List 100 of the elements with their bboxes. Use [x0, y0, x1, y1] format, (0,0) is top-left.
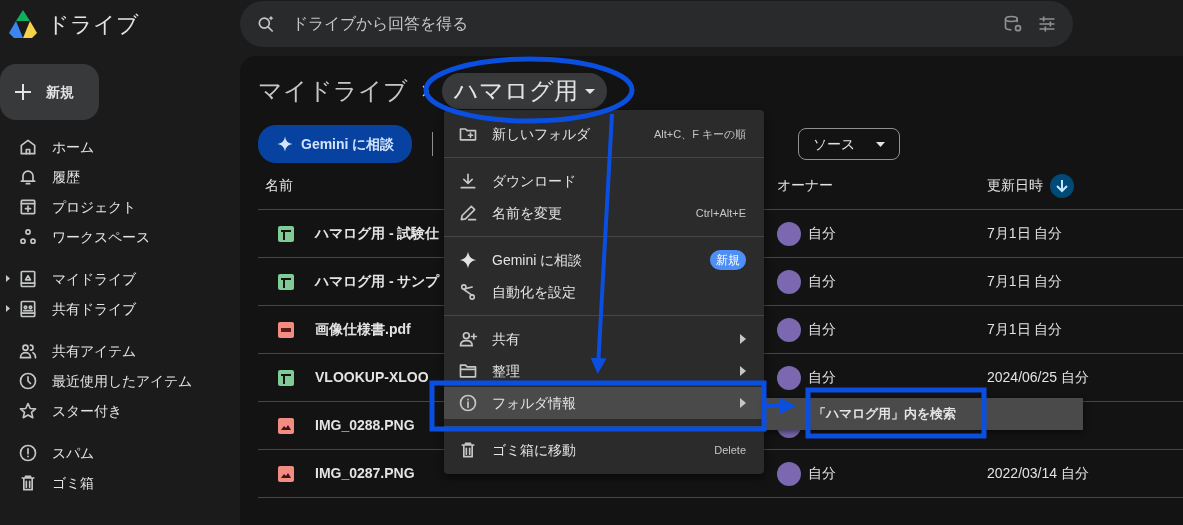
sliders-icon[interactable] — [1037, 14, 1057, 34]
menu-item-label: 自動化を設定 — [492, 282, 576, 302]
avatar — [777, 317, 801, 342]
menu-item[interactable]: ダウンロード — [444, 165, 764, 197]
sidebar-item[interactable]: マイドライブ — [0, 264, 240, 294]
modified-date: 7月1日 自分 — [987, 273, 1063, 289]
menu-item-label: 整理 — [492, 361, 520, 381]
owner-text: 自分 — [808, 368, 836, 387]
avatar — [777, 365, 801, 390]
breadcrumb-link[interactable]: マイドライブ — [258, 73, 408, 109]
file-name[interactable]: ハマログ用 - サンプ — [315, 271, 440, 292]
file-name[interactable]: ハマログ用 - 試験仕 — [315, 223, 440, 244]
pencil-icon — [458, 203, 478, 223]
info-icon — [458, 393, 478, 413]
annotation-arrow — [764, 398, 796, 414]
submenu-arrow-icon — [740, 398, 746, 408]
menu-item[interactable]: 共有 — [444, 323, 764, 355]
modified-date: 7月1日 自分 — [987, 321, 1063, 337]
sidebar-item[interactable]: 共有ドライブ — [0, 294, 240, 324]
shortcut-text: Ctrl+Alt+E — [695, 205, 746, 221]
menu-item[interactable]: 自動化を設定 — [444, 276, 764, 308]
menu-item[interactable]: 新しいフォルダ Alt+C、F キーの順 — [444, 118, 764, 150]
shortcut-text: Delete — [714, 442, 746, 458]
file-name[interactable]: 画像仕様書.pdf — [315, 319, 411, 340]
sidebar-item[interactable]: 共有アイテム — [0, 336, 240, 366]
avatar — [777, 461, 801, 486]
spreadsheet-icon — [278, 369, 294, 386]
image-icon — [278, 417, 294, 434]
three-circles-icon — [18, 227, 38, 247]
sidebar-item[interactable]: 最近使用したアイテム — [0, 366, 240, 396]
submenu-item[interactable]: 「ハマログ用」内を検索 — [765, 398, 1083, 430]
search-field[interactable]: ドライブから回答を得る — [290, 11, 989, 37]
person-add-icon — [458, 329, 478, 349]
alert-icon — [18, 443, 38, 463]
owner-text: 自分 — [808, 272, 836, 291]
caret-icon — [585, 88, 595, 94]
plus-icon — [14, 83, 32, 101]
file-name[interactable]: VLOOKUP-XLOO — [315, 367, 429, 388]
bell-icon — [18, 167, 38, 187]
menu-item[interactable]: ゴミ箱に移動 Delete — [444, 434, 764, 466]
sidebar-item[interactable]: 履歴 — [0, 162, 240, 192]
sidebar-item[interactable]: ゴミ箱 — [0, 468, 240, 498]
avatar — [777, 269, 801, 294]
submenu-arrow-icon — [740, 366, 746, 376]
menu-item-label: 新しいフォルダ — [492, 124, 590, 144]
submenu-arrow-icon — [740, 334, 746, 344]
modified-date: 2022/03/14 自分 — [987, 465, 1089, 481]
expand-caret-icon[interactable] — [6, 305, 10, 312]
app-title: ドライブ — [47, 10, 139, 39]
modified-date: 2024/06/25 自分 — [987, 369, 1089, 385]
search-sparkle-icon — [256, 14, 276, 34]
menu-item-label: フォルダ情報 — [492, 393, 576, 413]
sparkle-icon — [458, 250, 478, 270]
sidebar-item[interactable]: ワークスペース — [0, 222, 240, 252]
owner-text: 自分 — [808, 464, 836, 483]
sparkle-icon — [276, 135, 294, 153]
menu-item-label: 共有 — [492, 329, 520, 349]
sidebar-item[interactable]: ホーム — [0, 132, 240, 162]
folder-icon — [458, 361, 478, 381]
menu-item-label: Gemini に相談 — [492, 250, 583, 270]
column-header[interactable]: オーナー — [777, 175, 833, 196]
menu-item[interactable]: 整理 — [444, 355, 764, 387]
column-header[interactable]: 更新日時 — [987, 175, 1043, 196]
people-icon — [18, 341, 38, 361]
sidebar-item[interactable]: スパム — [0, 438, 240, 468]
sidebar-item[interactable]: スター付き — [0, 396, 240, 426]
project-icon — [18, 197, 38, 217]
menu-item[interactable]: 名前を変更 Ctrl+Alt+E — [444, 197, 764, 229]
filter-dropdown[interactable]: ソース — [798, 128, 900, 160]
automation-icon — [458, 282, 478, 302]
menu-item-label: ダウンロード — [492, 171, 576, 191]
sort-descending-icon[interactable] — [1050, 173, 1074, 198]
avatar — [777, 221, 801, 246]
caret-icon — [876, 141, 885, 147]
clock-icon — [18, 371, 38, 391]
menu-item-label: 名前を変更 — [492, 203, 562, 223]
sidebar-item[interactable]: プロジェクト — [0, 192, 240, 222]
drive-logo-icon — [6, 9, 40, 39]
menu-item[interactable]: Gemini に相談 新規 — [444, 244, 764, 276]
column-header[interactable]: 名前 — [265, 175, 293, 196]
download-icon — [458, 171, 478, 191]
shortcut-text: Alt+C、F キーの順 — [654, 126, 746, 142]
spreadsheet-icon — [278, 225, 294, 242]
star-icon — [18, 401, 38, 421]
database-settings-icon[interactable] — [1003, 14, 1023, 34]
owner-text: 自分 — [808, 224, 836, 243]
new-badge: 新規 — [710, 250, 746, 270]
breadcrumb-folder-button[interactable]: ハマログ用 — [442, 73, 607, 109]
file-name[interactable]: IMG_0287.PNG — [315, 463, 415, 484]
expand-caret-icon[interactable] — [6, 275, 10, 282]
menu-item[interactable]: フォルダ情報 — [444, 387, 764, 419]
modified-date: 7月1日 自分 — [987, 225, 1063, 241]
owner-text: 自分 — [808, 320, 836, 339]
gemini-button[interactable]: Gemini に相談 — [258, 125, 413, 163]
shared-drive-icon — [18, 299, 38, 319]
search-bar[interactable]: ドライブから回答を得る — [240, 1, 1073, 47]
home-icon — [18, 137, 38, 157]
image-icon — [278, 465, 294, 482]
file-name[interactable]: IMG_0288.PNG — [315, 415, 415, 436]
new-button[interactable]: 新規 — [0, 64, 99, 120]
